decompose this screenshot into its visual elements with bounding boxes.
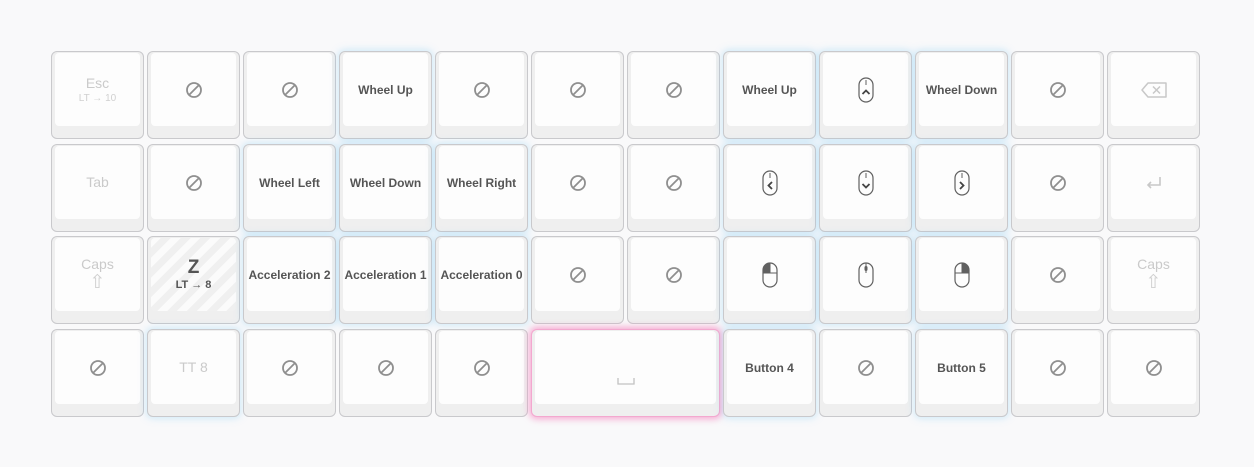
key-tt8[interactable]: TT 8 [147, 329, 240, 417]
key-empty[interactable] [819, 329, 912, 417]
key-label: Wheel Up [742, 82, 797, 97]
no-symbol-icon [569, 266, 586, 283]
key-empty[interactable] [339, 329, 432, 417]
key-label: TT 8 [179, 359, 208, 375]
key-mouse-button-middle[interactable] [819, 236, 912, 324]
key-empty[interactable] [1011, 329, 1104, 417]
no-symbol-icon [1049, 266, 1066, 283]
no-symbol-icon [1049, 174, 1066, 191]
key-label: Tab [86, 174, 109, 190]
key-caps-lock-right[interactable]: Caps ⇧ [1107, 236, 1200, 324]
no-symbol-icon [665, 266, 682, 283]
key-caps-lock-left[interactable]: Caps ⇧ [51, 236, 144, 324]
key-mouse-up[interactable] [819, 51, 912, 139]
key-empty[interactable] [147, 51, 240, 139]
key-label: Z [187, 257, 200, 278]
backspace-icon [1140, 81, 1167, 98]
key-label: Acceleration 2 [248, 267, 331, 282]
mouse-right-click-icon [953, 261, 970, 288]
no-symbol-icon [857, 359, 874, 376]
key-sublabel: LT → 10 [78, 92, 117, 104]
key-empty[interactable] [531, 236, 624, 324]
no-symbol-icon [377, 359, 394, 376]
mouse-move-right-icon [953, 169, 970, 196]
key-empty[interactable] [531, 144, 624, 232]
key-label: Acceleration 1 [344, 267, 427, 282]
mouse-move-up-icon [857, 76, 874, 103]
no-symbol-icon [281, 359, 298, 376]
mouse-left-click-icon [761, 261, 778, 288]
key-backspace[interactable] [1107, 51, 1200, 139]
key-empty[interactable] [1011, 144, 1104, 232]
key-empty[interactable] [1011, 236, 1104, 324]
key-wheel-up[interactable]: Wheel Up [723, 51, 816, 139]
key-wheel-down[interactable]: Wheel Down [339, 144, 432, 232]
no-symbol-icon [1145, 359, 1162, 376]
key-button-5[interactable]: Button 5 [915, 329, 1008, 417]
key-empty[interactable] [1107, 329, 1200, 417]
key-mouse-right[interactable] [915, 144, 1008, 232]
caps-lock-arrow-icon: ⇧ [89, 272, 106, 293]
key-mouse-button-left[interactable] [723, 236, 816, 324]
mouse-middle-click-icon [857, 261, 874, 288]
key-tab[interactable]: Tab [51, 144, 144, 232]
key-empty[interactable] [51, 329, 144, 417]
key-sublabel: LT → 8 [175, 279, 212, 291]
key-empty[interactable] [147, 144, 240, 232]
key-empty[interactable] [627, 51, 720, 139]
key-acceleration-2[interactable]: Acceleration 2 [243, 236, 336, 324]
key-esc[interactable]: Esc LT → 10 [51, 51, 144, 139]
key-mouse-button-right[interactable] [915, 236, 1008, 324]
caps-lock-arrow-icon: ⇧ [1145, 272, 1162, 293]
key-wheel-left[interactable]: Wheel Left [243, 144, 336, 232]
key-wheel-down[interactable]: Wheel Down [915, 51, 1008, 139]
key-wheel-right[interactable]: Wheel Right [435, 144, 528, 232]
no-symbol-icon [1049, 81, 1066, 98]
no-symbol-icon [473, 81, 490, 98]
key-label: Button 5 [937, 360, 986, 375]
keyboard-layout: Esc LT → 10 Wheel Up Wheel Up Wheel Down [0, 0, 1254, 467]
key-label: Wheel Right [446, 175, 517, 190]
no-symbol-icon [665, 81, 682, 98]
key-empty[interactable] [531, 51, 624, 139]
key-empty[interactable] [243, 329, 336, 417]
key-acceleration-1[interactable]: Acceleration 1 [339, 236, 432, 324]
key-label: Button 4 [745, 360, 794, 375]
no-symbol-icon [185, 174, 202, 191]
key-label: Acceleration 0 [440, 267, 523, 282]
key-label: Caps [81, 256, 114, 272]
key-mouse-down[interactable] [819, 144, 912, 232]
key-empty[interactable] [1011, 51, 1104, 139]
no-symbol-icon [281, 81, 298, 98]
no-symbol-icon [473, 359, 490, 376]
key-enter[interactable] [1107, 144, 1200, 232]
enter-icon [1146, 176, 1161, 189]
mouse-move-down-icon [857, 169, 874, 196]
key-empty[interactable] [627, 236, 720, 324]
key-empty[interactable] [627, 144, 720, 232]
key-z[interactable]: Z LT → 8 [147, 236, 240, 324]
key-label: Wheel Left [259, 175, 320, 190]
key-empty[interactable] [243, 51, 336, 139]
key-wheel-up[interactable]: Wheel Up [339, 51, 432, 139]
no-symbol-icon [1049, 359, 1066, 376]
key-empty[interactable] [435, 51, 528, 139]
key-label: Esc [85, 74, 110, 91]
key-button-4[interactable]: Button 4 [723, 329, 816, 417]
no-symbol-icon [569, 81, 586, 98]
key-label: Wheel Up [358, 82, 413, 97]
space-bar-icon [616, 377, 635, 385]
no-symbol-icon [569, 174, 586, 191]
no-symbol-icon [89, 359, 106, 376]
key-label: Wheel Down [925, 82, 998, 97]
no-symbol-icon [665, 174, 682, 191]
key-space[interactable] [531, 329, 720, 417]
key-label: Caps [1137, 256, 1170, 272]
mouse-move-left-icon [761, 169, 778, 196]
key-acceleration-0[interactable]: Acceleration 0 [435, 236, 528, 324]
no-symbol-icon [185, 81, 202, 98]
key-mouse-left[interactable] [723, 144, 816, 232]
key-empty[interactable] [435, 329, 528, 417]
key-label: Wheel Down [349, 175, 422, 190]
